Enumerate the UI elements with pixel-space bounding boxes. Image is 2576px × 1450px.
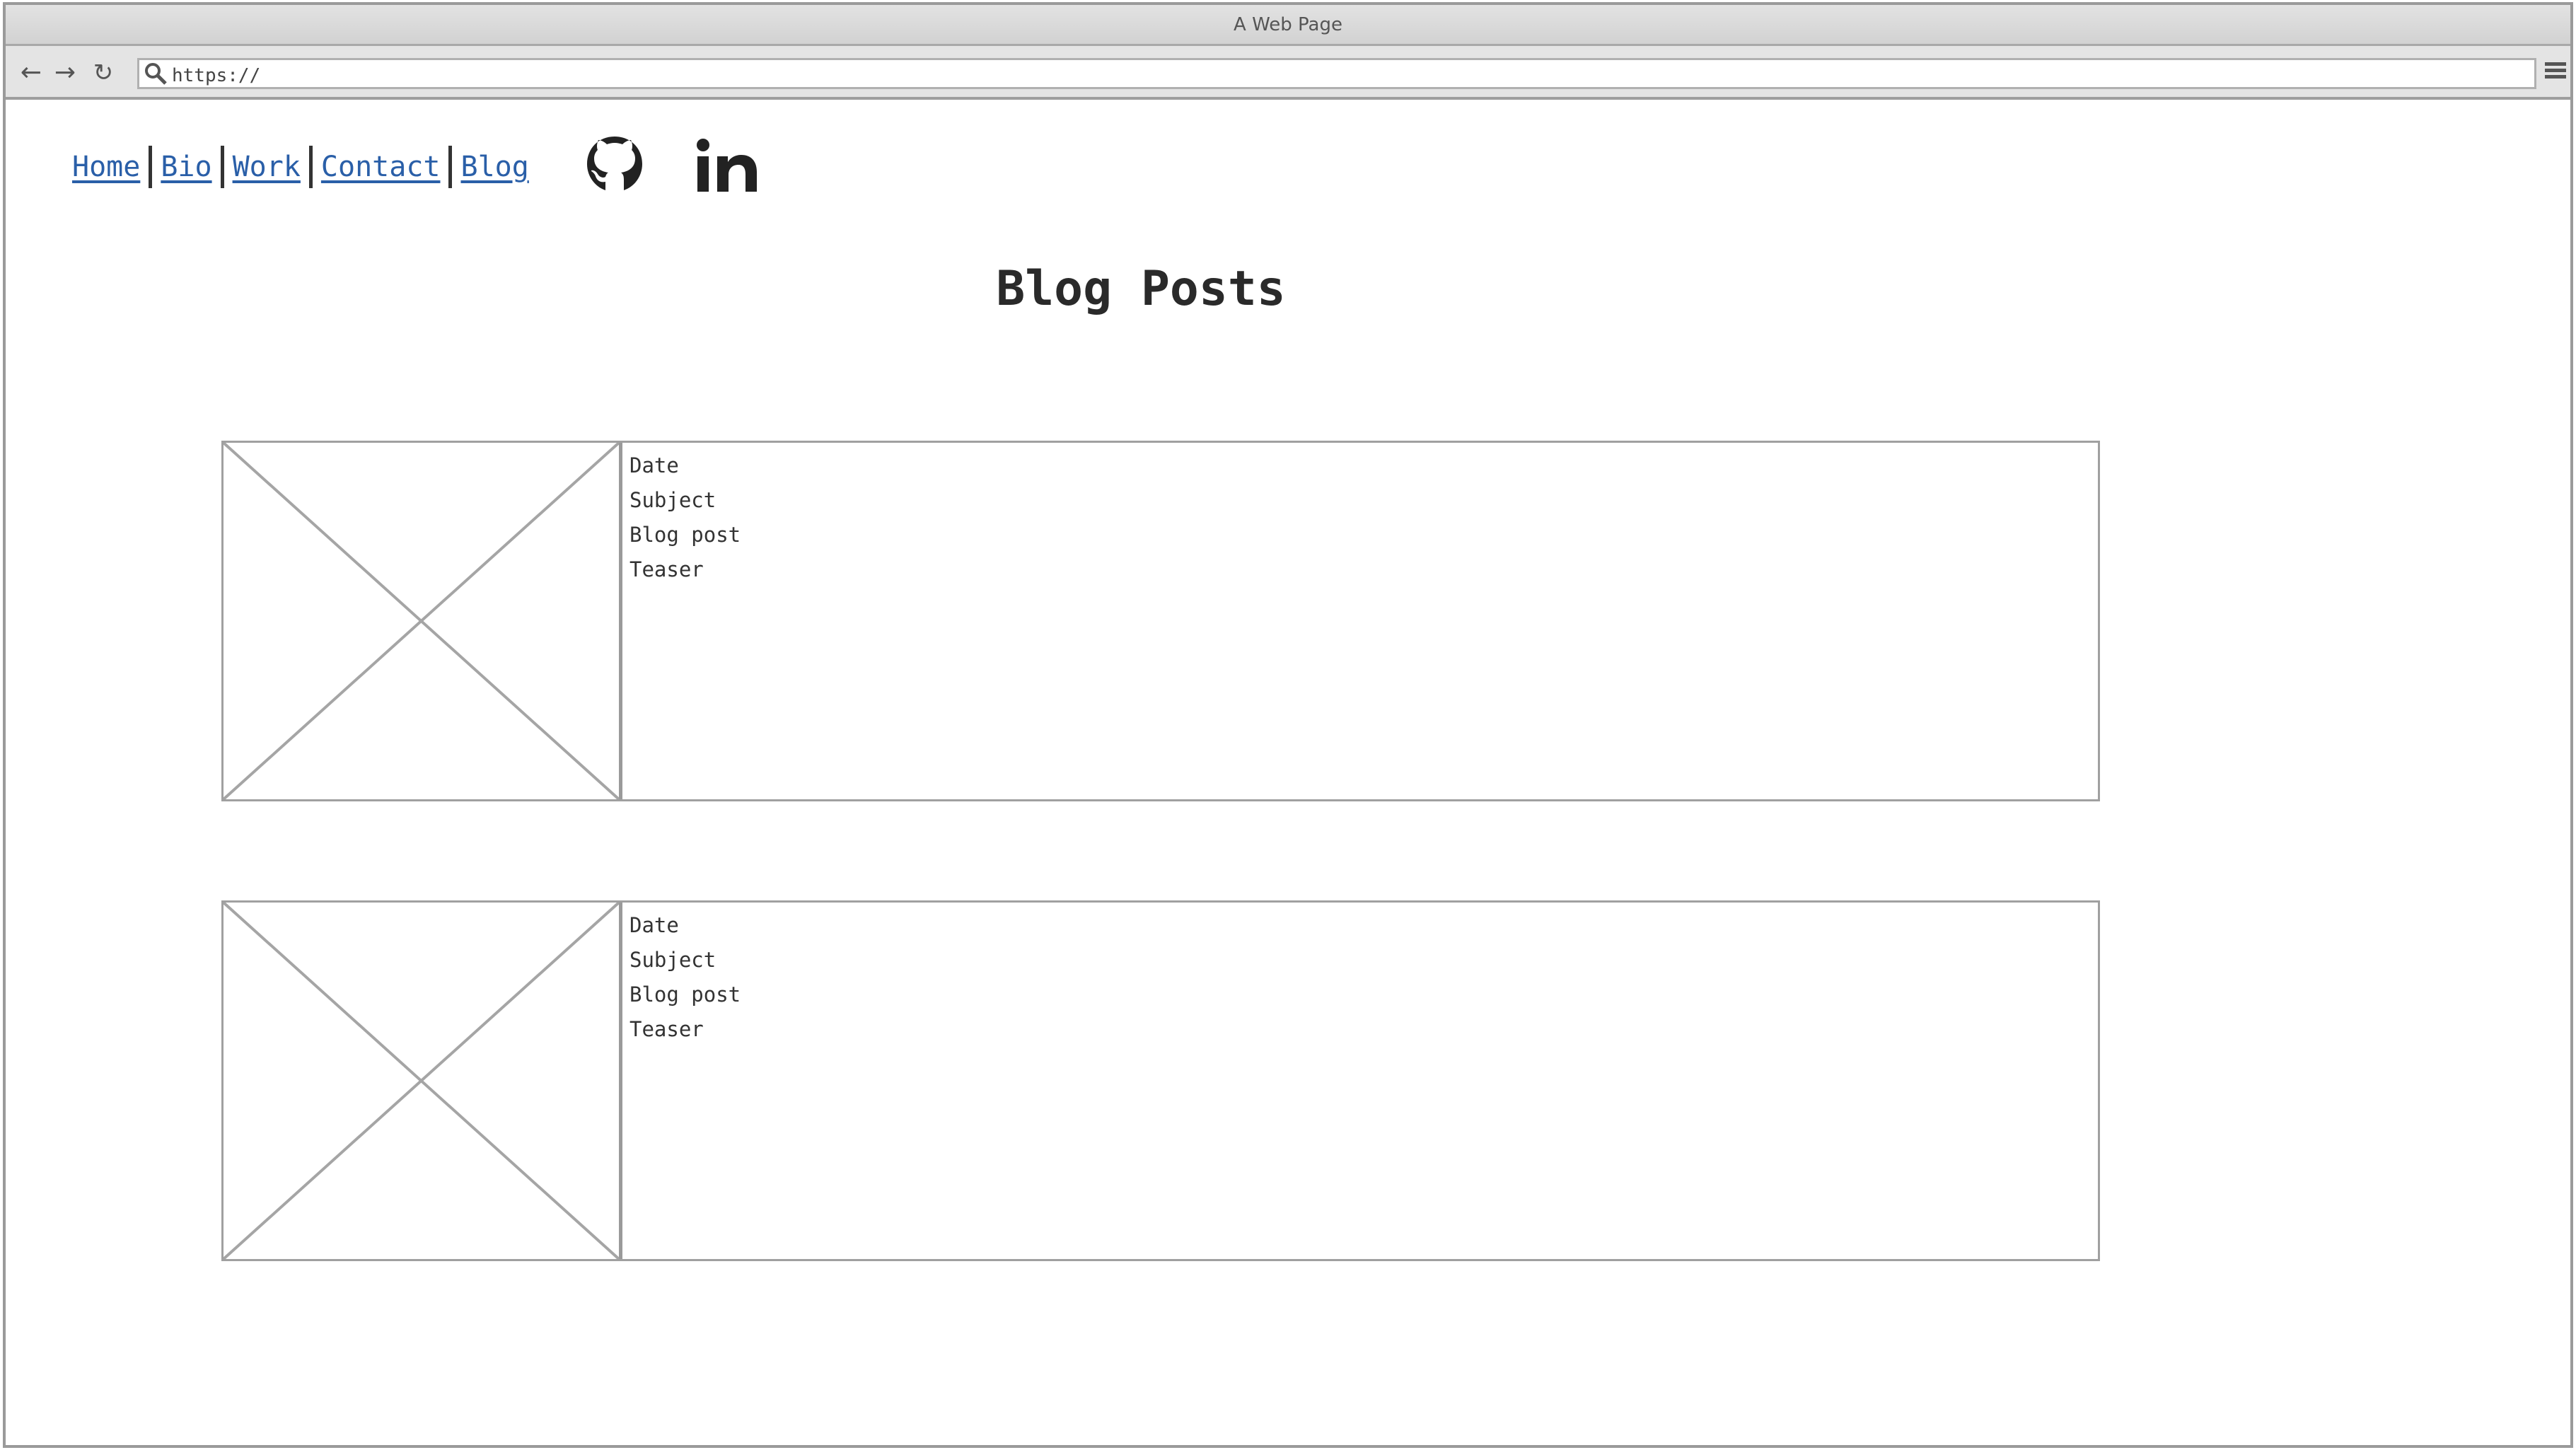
post-body: Blog post [630,523,741,547]
hamburger-menu-icon [2545,62,2566,66]
nav-separator [448,146,453,188]
nav-separator [308,146,313,188]
page-content: Home Bio Work Contact Blog Blog Posts Da… [6,100,2570,1445]
post-date: Date [630,453,679,477]
github-icon[interactable] [583,131,646,202]
image-placeholder-icon [224,903,622,1259]
url-text: https:// [172,65,261,86]
blog-post-card[interactable]: Date Subject Blog post Teaser [221,900,2100,1261]
blog-post-card[interactable]: Date Subject Blog post Teaser [221,441,2100,801]
address-bar[interactable]: https:// [137,58,2536,89]
linkedin-icon[interactable] [693,131,764,202]
browser-menu-button[interactable] [2543,60,2568,86]
reload-button[interactable]: ↻ [88,59,119,87]
post-subject: Subject [630,948,716,972]
search-icon [139,59,172,88]
back-button[interactable]: ← [16,59,47,87]
nav-link-blog[interactable]: Blog [460,151,528,183]
page-title: Blog Posts [996,261,1286,317]
nav-link-work[interactable]: Work [233,151,301,183]
post-text: Date Subject Blog post Teaser [622,903,748,1259]
title-bar: A Web Page [6,5,2570,46]
reload-icon: ↻ [93,59,114,87]
arrow-left-icon: ← [20,58,42,87]
post-text: Date Subject Blog post Teaser [622,443,748,799]
post-date: Date [630,913,679,937]
post-teaser: Teaser [630,1017,704,1041]
post-body: Blog post [630,982,741,1007]
post-teaser: Teaser [630,557,704,581]
post-subject: Subject [630,488,716,512]
nav-separator [149,146,153,188]
forward-button[interactable]: → [50,59,81,87]
image-placeholder-icon [224,443,622,799]
site-navigation: Home Bio Work Contact Blog [72,142,529,192]
nav-separator [220,146,224,188]
browser-window: A Web Page ← → ↻ https:// Home Bio Work … [3,2,2573,1448]
nav-link-home[interactable]: Home [72,151,140,183]
arrow-right-icon: → [54,58,76,87]
browser-toolbar: ← → ↻ https:// [6,46,2570,100]
nav-link-contact[interactable]: Contact [321,151,441,183]
window-title: A Web Page [1234,13,1342,35]
nav-link-bio[interactable]: Bio [161,151,211,183]
